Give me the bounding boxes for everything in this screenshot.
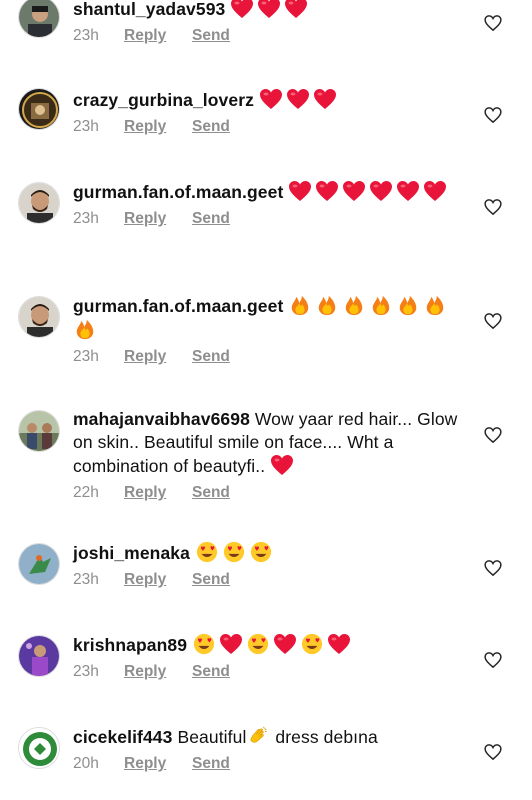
fire-emoji xyxy=(346,295,363,316)
comment-meta: 23h Reply Send xyxy=(73,662,473,682)
send-button[interactable]: Send xyxy=(192,483,230,503)
heart-emoji xyxy=(259,89,282,109)
heart-outline-icon[interactable] xyxy=(484,312,502,330)
send-button[interactable]: Send xyxy=(192,662,230,682)
comment-username[interactable]: krishnapan89 xyxy=(73,635,187,655)
heart-emoji xyxy=(313,89,336,109)
heart-outline-icon[interactable] xyxy=(484,106,502,124)
fire-emoji xyxy=(400,295,417,316)
heart-emoji xyxy=(271,455,294,475)
comment-username[interactable]: crazy_gurbina_loverz xyxy=(73,90,254,110)
heart-outline-icon[interactable] xyxy=(484,14,502,32)
fire-emoji xyxy=(76,319,94,340)
comment-time: 23h xyxy=(73,118,99,135)
reply-button[interactable]: Reply xyxy=(124,570,192,590)
heart-outline-icon[interactable] xyxy=(484,743,502,761)
comment-time: 23h xyxy=(73,210,99,227)
reply-button[interactable]: Reply xyxy=(124,754,192,774)
send-button[interactable]: Send xyxy=(192,117,230,137)
heart-emoji xyxy=(343,181,366,201)
heart-emoji xyxy=(370,181,393,201)
avatar[interactable] xyxy=(18,410,60,452)
heart-emoji xyxy=(274,634,296,654)
heart-emoji xyxy=(397,181,420,201)
comment-meta: 23h Reply Send xyxy=(73,209,473,229)
avatar[interactable] xyxy=(18,543,60,585)
heart-outline-icon[interactable] xyxy=(484,651,502,669)
reply-button[interactable]: Reply xyxy=(124,209,192,229)
avatar[interactable] xyxy=(18,727,60,769)
send-button[interactable]: Send xyxy=(192,754,230,774)
comment-text-after: dress debına xyxy=(270,727,378,747)
heart-outline-icon[interactable] xyxy=(484,426,502,444)
comment-meta: 22h Reply Send xyxy=(73,483,473,503)
avatar[interactable] xyxy=(18,182,60,224)
comment-emojis xyxy=(195,541,276,563)
comment-time: 23h xyxy=(73,571,99,588)
heart-emoji xyxy=(286,89,309,109)
avatar[interactable] xyxy=(18,635,60,677)
heart-eyes-emoji xyxy=(193,633,215,655)
heart-emoji xyxy=(328,634,350,654)
comment-time: 23h xyxy=(73,27,99,44)
comment-time: 23h xyxy=(73,663,99,680)
comment-username[interactable]: cicekelif443 xyxy=(73,727,172,747)
comment-emojis xyxy=(259,89,340,110)
heart-emoji xyxy=(285,0,308,18)
reply-button[interactable]: Reply xyxy=(124,117,192,137)
heart-emoji xyxy=(289,181,312,201)
comment-meta: 23h Reply Send xyxy=(73,26,473,46)
send-button[interactable]: Send xyxy=(192,570,230,590)
reply-button[interactable]: Reply xyxy=(124,26,192,46)
fire-emoji xyxy=(427,295,444,316)
comment-emojis xyxy=(288,181,450,202)
heart-emoji xyxy=(231,0,254,18)
comment-meta: 23h Reply Send xyxy=(73,347,473,367)
heart-emoji xyxy=(316,181,339,201)
comment-username[interactable]: mahajanvaibhav6698 xyxy=(73,409,250,429)
heart-emoji xyxy=(220,634,242,654)
heart-eyes-emoji xyxy=(247,633,269,655)
comment-meta: 23h Reply Send xyxy=(73,117,473,137)
heart-eyes-emoji xyxy=(196,541,218,563)
comment-username[interactable]: gurman.fan.of.maan.geet xyxy=(73,296,283,316)
fire-emoji xyxy=(292,295,309,316)
comment-emojis xyxy=(230,0,311,19)
fire-emoji xyxy=(319,295,336,316)
send-button[interactable]: Send xyxy=(192,347,230,367)
heart-eyes-emoji xyxy=(301,633,323,655)
avatar[interactable] xyxy=(18,88,60,130)
comment-time: 20h xyxy=(73,755,99,772)
comment-username[interactable]: joshi_menaka xyxy=(73,543,190,563)
clapping-hands-emoji xyxy=(250,726,268,743)
comment-time: 23h xyxy=(73,348,99,365)
avatar[interactable] xyxy=(18,296,60,338)
heart-outline-icon[interactable] xyxy=(484,559,502,577)
comment-text: Beautiful xyxy=(172,727,247,747)
comment-meta: 23h Reply Send xyxy=(73,570,473,590)
send-button[interactable]: Send xyxy=(192,26,230,46)
fire-emoji xyxy=(373,295,390,316)
comment-emojis xyxy=(192,633,354,655)
avatar[interactable] xyxy=(18,0,60,38)
reply-button[interactable]: Reply xyxy=(124,347,192,367)
heart-eyes-emoji xyxy=(250,541,272,563)
comment-username[interactable]: gurman.fan.of.maan.geet xyxy=(73,182,283,202)
comment-emojis xyxy=(270,455,297,476)
comment-time: 22h xyxy=(73,484,99,501)
send-button[interactable]: Send xyxy=(192,209,230,229)
reply-button[interactable]: Reply xyxy=(124,483,192,503)
heart-outline-icon[interactable] xyxy=(484,198,502,216)
heart-emoji xyxy=(424,181,447,201)
heart-emoji xyxy=(258,0,281,18)
heart-eyes-emoji xyxy=(223,541,245,563)
comment-meta: 20h Reply Send xyxy=(73,754,473,774)
reply-button[interactable]: Reply xyxy=(124,662,192,682)
comment-username[interactable]: shantul_yadav593 xyxy=(73,0,225,19)
